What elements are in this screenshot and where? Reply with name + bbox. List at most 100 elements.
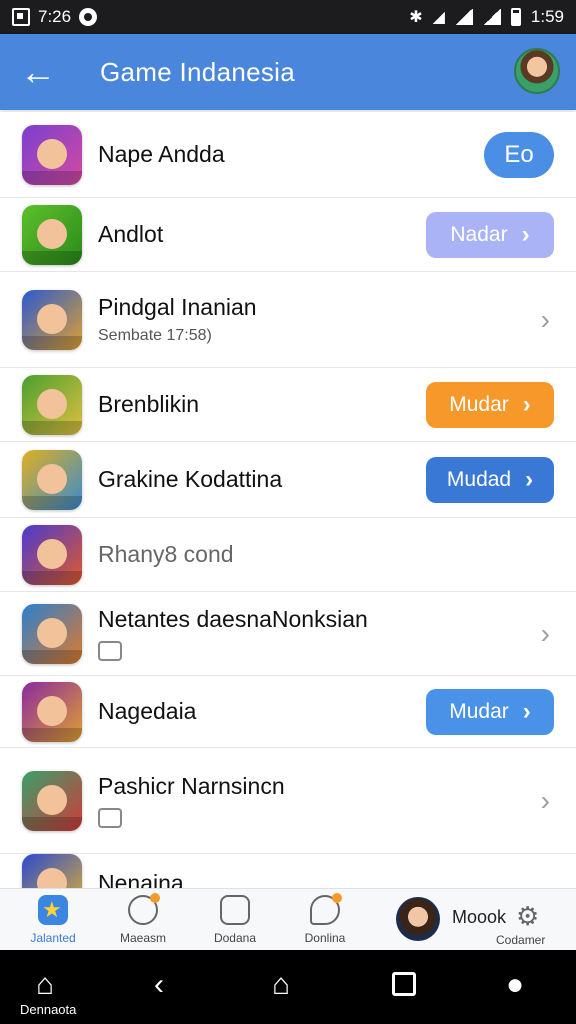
list-item[interactable]: Rhany8 cond [0, 518, 576, 592]
notification-dot [332, 893, 342, 903]
game-title: Nape Andda [98, 141, 225, 167]
character-face [37, 785, 67, 815]
game-title: Nenaina [98, 870, 184, 888]
icon-band [22, 251, 82, 265]
nav-item-jalanted[interactable]: ★ Jalanted [8, 895, 98, 945]
game-title: Brenblikin [98, 391, 199, 417]
share-icon [98, 808, 122, 828]
character-face [37, 304, 67, 334]
game-title: Pashicr Narnsincn [98, 773, 285, 799]
recents-icon[interactable] [392, 972, 416, 996]
game-list: Nape Andda Eo Andlot Nadar › Pindgal Inanian S… [0, 112, 576, 888]
user-name[interactable]: Moook [452, 907, 506, 928]
list-item[interactable]: Nagedaia Mudar › [0, 676, 576, 748]
bluetooth-icon: ✱ [409, 9, 423, 26]
character-face [37, 868, 67, 888]
settings-label: Codamer [496, 933, 546, 947]
row-text: Brenblikin [98, 391, 199, 418]
chevron-right-icon: › [521, 220, 530, 248]
status-bar: 7:26 ✱ ◢ 1:59 [0, 0, 576, 34]
action-button[interactable]: Mudar › [426, 688, 554, 735]
game-icon [22, 290, 82, 350]
game-title: Nagedaia [98, 698, 197, 724]
game-title: Pindgal Inanian [98, 294, 257, 320]
back-button[interactable]: ← [0, 34, 76, 110]
back-nav-icon[interactable]: ‹ [154, 968, 164, 1002]
character-face [37, 539, 67, 569]
nav-item-dodana[interactable]: Dodana [190, 895, 280, 945]
game-icon [22, 375, 82, 435]
icon-band [22, 817, 82, 831]
battery-text: 1:59 [530, 7, 564, 26]
share-icon [98, 641, 122, 661]
chevron-right-icon: › [522, 390, 531, 418]
home-icon[interactable]: ⌂ [36, 968, 54, 1002]
status-time: 7:26 [38, 7, 72, 26]
game-icon [22, 525, 82, 585]
list-item[interactable]: Grakine Kodattina Mudad › [0, 442, 576, 518]
action-button-label: Mudad [446, 467, 512, 491]
row-text: Nenaina [98, 870, 184, 888]
icon-band [22, 336, 82, 350]
game-icon [22, 450, 82, 510]
page-title: Game Indanesia [100, 56, 295, 87]
list-item[interactable]: Andlot Nadar › [0, 198, 576, 272]
action-button[interactable]: Nadar › [426, 211, 554, 258]
icon-band [22, 421, 82, 435]
game-icon [22, 205, 82, 265]
game-title: Netantes daesnaNonksian [98, 606, 368, 632]
chevron-right-icon[interactable]: › [541, 304, 550, 336]
game-subtitle: Sembate 17:58) [98, 327, 212, 344]
chevron-right-icon[interactable]: › [541, 618, 550, 650]
game-icon [22, 682, 82, 742]
wifi-icon: ◢ [432, 9, 445, 26]
chevron-right-icon: › [522, 697, 531, 725]
character-face [37, 464, 67, 494]
system-navigation-bar: ⌂ Dennaota ‹ ⌂ ● [0, 950, 576, 1024]
game-icon [22, 604, 82, 664]
action-button[interactable]: Mudad › [426, 456, 554, 503]
character-face [37, 696, 67, 726]
action-button-label: Mudar [449, 699, 509, 723]
game-icon [22, 854, 82, 888]
row-text: Nape Andda [98, 141, 225, 168]
icon-band [22, 496, 82, 510]
home-label: Dennaota [20, 1002, 77, 1017]
row-text: Rhany8 cond [98, 541, 234, 568]
action-button[interactable]: Eo [484, 131, 554, 178]
gear-icon[interactable]: ⚙ [516, 901, 539, 932]
nav-label: Maeasm [119, 931, 166, 945]
chevron-right-icon: › [525, 465, 534, 493]
action-button-label: Nadar [450, 222, 508, 246]
list-item[interactable]: Nenaina [0, 854, 576, 888]
icon-band [22, 650, 82, 664]
character-face [37, 618, 67, 648]
row-text: Grakine Kodattina [98, 466, 282, 493]
badge-icon [220, 895, 250, 925]
list-item[interactable]: Netantes daesnaNonksian › [0, 592, 576, 676]
list-item[interactable]: Brenblikin Mudar › [0, 368, 576, 442]
icon-band [22, 728, 82, 742]
action-button-label: Eo [504, 140, 534, 168]
user-avatar[interactable] [396, 897, 440, 941]
icon-band [22, 571, 82, 585]
bookmark-icon[interactable]: ⌂ [272, 968, 290, 1002]
profile-icon [128, 893, 160, 925]
chevron-right-icon[interactable]: › [541, 785, 550, 817]
record-notification-icon [79, 8, 98, 26]
action-button[interactable]: Mudar › [426, 381, 554, 428]
nav-item-maeasm[interactable]: Maeasm [98, 893, 188, 945]
account-icon[interactable]: ● [506, 968, 524, 1002]
notification-dot [150, 893, 160, 903]
list-item[interactable]: Nape Andda Eo [0, 112, 576, 198]
game-icon [22, 125, 82, 185]
avatar[interactable] [514, 48, 560, 94]
nav-item-donlina[interactable]: Donlina [280, 893, 370, 945]
character-face [37, 389, 67, 419]
list-item[interactable]: Pashicr Narnsincn › [0, 748, 576, 854]
row-text: Netantes daesnaNonksian [98, 606, 368, 661]
list-item[interactable]: Pindgal Inanian Sembate 17:58) › [0, 272, 576, 368]
chat-icon [310, 893, 342, 925]
game-icon [22, 771, 82, 831]
gallery-notification-icon [12, 8, 30, 26]
